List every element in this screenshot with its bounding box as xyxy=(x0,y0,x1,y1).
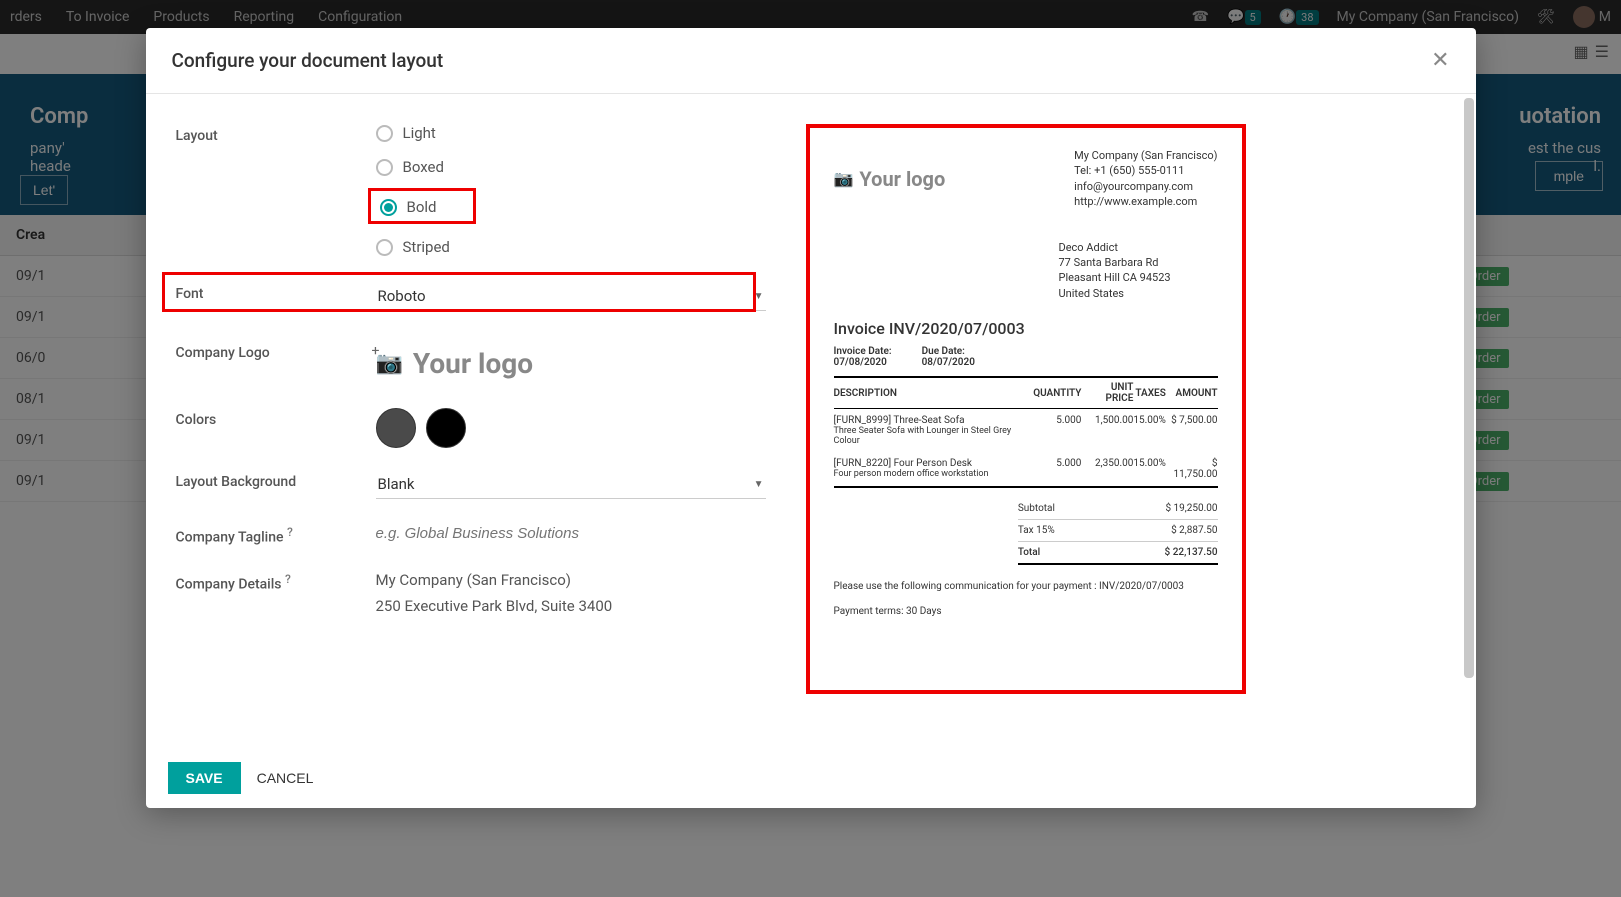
invoice-line: [FURN_8999] Three-Seat SofaThree Seater … xyxy=(834,409,1218,453)
scrollbar[interactable] xyxy=(1464,98,1474,718)
payment-terms: Payment terms: 30 Days xyxy=(834,606,1218,617)
radio-boxed[interactable]: Boxed xyxy=(376,158,766,176)
modal-footer: SAVE CANCEL xyxy=(146,748,1476,808)
background-dropdown[interactable]: Blank ▼ xyxy=(376,470,766,499)
radio-light[interactable]: Light xyxy=(376,124,766,142)
company-details-text[interactable]: My Company (San Francisco) 250 Executive… xyxy=(376,568,766,619)
tagline-input[interactable] xyxy=(376,521,766,546)
preview-logo: 📷 Your logo xyxy=(834,148,946,210)
label-logo: Company Logo xyxy=(176,341,376,361)
label-colors: Colors xyxy=(176,408,376,428)
form-column: Layout Light Boxed Bold Striped Font xyxy=(176,124,766,748)
chevron-down-icon: ▼ xyxy=(754,479,764,490)
company-info: My Company (San Francisco) Tel: +1 (650)… xyxy=(1074,148,1217,210)
camera-icon: 📷 xyxy=(834,169,854,188)
modal-title: Configure your document layout xyxy=(172,49,444,72)
color-swatch-1[interactable] xyxy=(376,408,416,448)
document-layout-modal: Configure your document layout ✕ Layout … xyxy=(146,28,1476,808)
payment-note: Please use the following communication f… xyxy=(834,581,1218,592)
label-details: Company Details ? xyxy=(176,568,376,593)
invoice-dates: Invoice Date:07/08/2020 Due Date:08/07/2… xyxy=(834,346,1218,368)
close-icon[interactable]: ✕ xyxy=(1431,48,1449,73)
logo-upload[interactable]: 📷 Your logo xyxy=(376,341,766,386)
save-button[interactable]: SAVE xyxy=(168,762,241,794)
modal-body: Layout Light Boxed Bold Striped Font xyxy=(146,94,1476,748)
customer-info: Deco Addict 77 Santa Barbara Rd Pleasant… xyxy=(1059,240,1218,302)
chevron-down-icon: ▼ xyxy=(754,291,764,302)
label-layout: Layout xyxy=(176,124,376,144)
invoice-lines-table: DESCRIPTION QUANTITY UNIT PRICE TAXES AM… xyxy=(834,376,1218,488)
invoice-title: Invoice INV/2020/07/0003 xyxy=(834,319,1218,338)
preview-column: 📷 Your logo My Company (San Francisco) T… xyxy=(806,124,1446,748)
radio-striped[interactable]: Striped xyxy=(376,238,766,256)
font-dropdown[interactable]: Roboto ▼ xyxy=(376,282,766,311)
invoice-line: [FURN_8220] Four Person DeskFour person … xyxy=(834,452,1218,487)
radio-bold[interactable]: Bold xyxy=(376,192,766,222)
modal-overlay: Configure your document layout ✕ Layout … xyxy=(0,0,1621,897)
label-font: Font xyxy=(176,282,376,302)
help-icon[interactable]: ? xyxy=(285,572,291,586)
modal-header: Configure your document layout ✕ xyxy=(146,28,1476,94)
help-icon[interactable]: ? xyxy=(287,525,293,539)
cancel-button[interactable]: CANCEL xyxy=(257,762,314,794)
invoice-preview: 📷 Your logo My Company (San Francisco) T… xyxy=(806,124,1246,694)
label-tagline: Company Tagline ? xyxy=(176,521,376,546)
label-background: Layout Background xyxy=(176,470,376,490)
invoice-totals: Subtotal$ 19,250.00 Tax 15%$ 2,887.50 To… xyxy=(1018,498,1218,565)
scrollbar-thumb[interactable] xyxy=(1464,98,1474,678)
camera-icon: 📷 xyxy=(376,351,403,376)
color-swatch-2[interactable] xyxy=(426,408,466,448)
